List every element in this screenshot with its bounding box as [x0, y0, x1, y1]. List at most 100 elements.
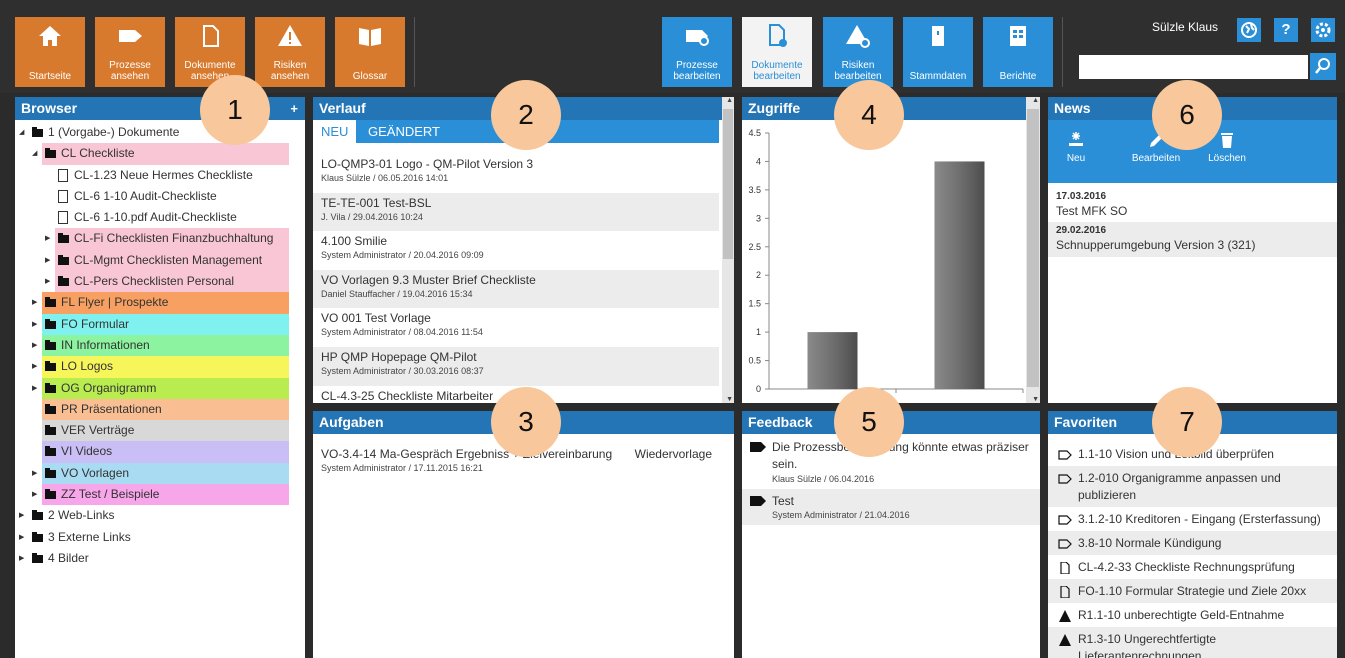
risiken-ansehen-button[interactable]: Risiken ansehen: [255, 17, 325, 87]
tree-item[interactable]: CL-6 1-10 Audit-Checkliste: [15, 186, 305, 207]
process-edit-icon: [686, 30, 709, 46]
collapsed-arrow-icon[interactable]: ▶: [32, 356, 37, 377]
dokumente-bearbeiten-button[interactable]: Dokumente bearbeiten: [742, 17, 812, 87]
settings-button[interactable]: [1311, 18, 1335, 42]
risiken-ansehen-label: Risiken ansehen: [270, 60, 310, 82]
tree-item[interactable]: ▶ FL Flyer | Prospekte: [15, 292, 305, 314]
favorite-item[interactable]: CL-4.2-33 Checkliste Rechnungsprüfung: [1048, 555, 1337, 579]
berichte-button[interactable]: Berichte: [983, 17, 1053, 87]
tree-item[interactable]: ▶ 2 Web-Links: [15, 505, 305, 526]
tree-item[interactable]: VER Verträge: [15, 420, 305, 442]
collapsed-arrow-icon[interactable]: ▶: [32, 292, 37, 313]
collapsed-arrow-icon[interactable]: ▶: [19, 548, 24, 569]
folder-icon: [45, 489, 56, 500]
tree-item[interactable]: ▶ LO Logos: [15, 356, 305, 378]
tab-neu[interactable]: NEU: [313, 120, 357, 143]
tab-geaendert[interactable]: GEÄNDERT: [360, 120, 448, 143]
collapsed-arrow-icon[interactable]: ▶: [45, 271, 50, 292]
verlauf-scroll-thumb[interactable]: [723, 109, 733, 259]
tree-item-label: VI Videos: [61, 444, 113, 459]
verlauf-item-meta: Klaus Sülzle / 06.05.2016 14:01: [321, 173, 449, 183]
favorite-item-label: 3.8-10 Normale Kündigung: [1078, 536, 1222, 550]
tree-item[interactable]: ▶ VO Vorlagen: [15, 462, 305, 485]
tree-item[interactable]: ◢ CL Checkliste: [15, 143, 305, 165]
expanded-arrow-icon[interactable]: ◢: [32, 143, 37, 164]
callout-3: 3: [491, 387, 561, 457]
startseite-button[interactable]: Startseite: [15, 17, 85, 87]
favorite-item[interactable]: FO-1.10 Formular Strategie und Ziele 20x…: [1048, 579, 1337, 603]
news-item[interactable]: 29.02.2016 Schnupperumgebung Version 3 (…: [1048, 222, 1337, 257]
tree-item-label: ZZ Test / Beispiele: [61, 487, 160, 502]
feedback-title: Feedback: [748, 414, 813, 430]
folder-icon: [32, 531, 43, 542]
scroll-down-icon[interactable]: ▼: [726, 396, 733, 403]
scroll-up-icon[interactable]: ▲: [726, 97, 733, 104]
tree-item[interactable]: PR Präsentationen: [15, 398, 305, 421]
expanded-arrow-icon[interactable]: ◢: [19, 122, 24, 143]
collapsed-arrow-icon[interactable]: ▶: [45, 250, 50, 271]
feedback-item[interactable]: Test System Administrator / 21.04.2016: [742, 489, 1040, 525]
tree-item[interactable]: ▶ 3 Externe Links: [15, 527, 305, 548]
verlauf-item[interactable]: 4.100 Smilie System Administrator / 20.04…: [313, 231, 719, 270]
verlauf-item[interactable]: LO-QMP3-01 Logo - QM-Pilot Version 3 Klau…: [313, 154, 719, 193]
scroll-down-icon[interactable]: ▼: [1032, 396, 1039, 403]
callout-5: 5: [834, 387, 904, 457]
warning-icon: [278, 25, 302, 46]
collapsed-arrow-icon[interactable]: ▶: [32, 463, 37, 484]
tree-item[interactable]: ▶ 4 Bilder: [15, 548, 305, 569]
tree-item[interactable]: ▶ CL-Fi Checklisten Finanzbuchhaltung: [15, 228, 305, 250]
tree-item[interactable]: ▶ FO Formular: [15, 313, 305, 335]
tree-item[interactable]: ▶ CL-Mgmt Checklisten Management: [15, 249, 305, 272]
favorite-item[interactable]: R1.3-10 Ungerechtfertigte Lieferantenrec…: [1048, 627, 1337, 658]
news-neu-button[interactable]: Neu: [1058, 130, 1094, 164]
tree-item[interactable]: ▶ OG Organigramm: [15, 377, 305, 399]
verlauf-item-title: LO-QMP3-01 Logo - QM-Pilot Version 3: [321, 157, 534, 171]
collapsed-arrow-icon[interactable]: ▶: [19, 505, 24, 526]
y-tick-label: 0: [756, 384, 761, 394]
dokumente-bearbeiten-label: Dokumente bearbeiten: [751, 60, 803, 82]
tree-item[interactable]: ▶ ZZ Test / Beispiele: [15, 484, 305, 506]
tree-item[interactable]: ▶ IN Informationen: [15, 334, 305, 357]
favorite-item[interactable]: R1.1-10 unberechtigte Geld-Entnahme: [1048, 603, 1337, 627]
prozesse-ansehen-button[interactable]: Prozesse ansehen: [95, 17, 165, 87]
search-input[interactable]: [1079, 55, 1308, 79]
browser-add-button[interactable]: +: [290, 97, 298, 120]
zugriffe-scroll-thumb[interactable]: [1027, 109, 1039, 387]
verlauf-item[interactable]: VO Vorlagen 9.3 Muster Brief Checkliste D…: [313, 269, 719, 309]
gear-icon: [1315, 22, 1331, 38]
favorite-item-label: R1.3-10 Ungerechtfertigte Lieferantenrec…: [1078, 632, 1217, 658]
risiken-bearbeiten-button[interactable]: Risiken bearbeiten: [823, 17, 893, 87]
verlauf-item[interactable]: HP QMP Hopepage QM-Pilot System Administr…: [313, 346, 719, 386]
zugriffe-scrollbar[interactable]: ▲ ▼: [1026, 97, 1040, 403]
stammdaten-button[interactable]: Stammdaten: [903, 17, 973, 87]
favorite-item[interactable]: 3.8-10 Normale Kündigung: [1048, 531, 1337, 555]
tree-item[interactable]: VI Videos: [15, 441, 305, 463]
news-item[interactable]: 17.03.2016 Test MFK SO: [1048, 183, 1337, 222]
favorite-item[interactable]: 1.2-010 Organigramme anpassen und publiz…: [1048, 466, 1337, 507]
aufgaben-item-status: Wiedervorlage: [634, 447, 712, 461]
tree-item-label: CL-Pers Checklisten Personal: [74, 274, 235, 289]
favorite-item[interactable]: 3.1.2-10 Kreditoren - Eingang (Ersterfas…: [1048, 507, 1337, 531]
collapsed-arrow-icon[interactable]: ▶: [45, 228, 50, 249]
verlauf-item[interactable]: TE-TE-001 Test-BSL J. Vila / 29.04.2016 1…: [313, 192, 719, 232]
search-button[interactable]: [1310, 53, 1336, 80]
tree-item[interactable]: ▶ CL-Pers Checklisten Personal: [15, 271, 305, 293]
help-button[interactable]: ?: [1274, 18, 1298, 42]
glossar-label: Glossar: [352, 71, 388, 82]
globe-button[interactable]: [1237, 18, 1261, 42]
scroll-up-icon[interactable]: ▲: [1032, 97, 1039, 104]
collapsed-arrow-icon[interactable]: ▶: [19, 527, 24, 548]
tree-item-label: CL-Mgmt Checklisten Management: [74, 252, 263, 267]
collapsed-arrow-icon[interactable]: ▶: [32, 335, 37, 356]
verlauf-item[interactable]: VO 001 Test Vorlage System Administrator …: [313, 308, 719, 347]
tree-item[interactable]: CL-1.23 Neue Hermes Checkliste: [15, 165, 305, 186]
risk-edit-icon: [846, 25, 870, 48]
prozesse-bearbeiten-button[interactable]: Prozesse bearbeiten: [662, 17, 732, 87]
collapsed-arrow-icon[interactable]: ▶: [32, 484, 37, 505]
verlauf-scrollbar[interactable]: ▲ ▼: [722, 97, 734, 403]
feedback-item-meta: Klaus Sülzle / 06.04.2016: [772, 474, 875, 484]
collapsed-arrow-icon[interactable]: ▶: [32, 378, 37, 399]
tree-item[interactable]: CL-6 1-10.pdf Audit-Checkliste: [15, 207, 305, 228]
glossar-button[interactable]: Glossar: [335, 17, 405, 87]
collapsed-arrow-icon[interactable]: ▶: [32, 314, 37, 335]
